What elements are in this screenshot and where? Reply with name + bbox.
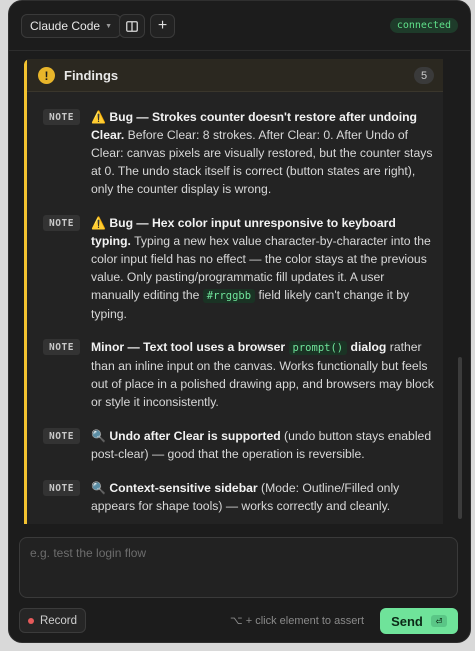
finding-title: Context-sensitive sidebar — [109, 481, 258, 495]
inline-code: prompt() — [288, 341, 348, 355]
assert-hint: ⌥ + click element to assert — [230, 615, 365, 627]
send-label: Send — [391, 613, 423, 629]
note-tag: NOTE — [43, 339, 80, 355]
add-button[interactable]: + — [150, 14, 175, 38]
note-tag: NOTE — [43, 480, 80, 496]
prompt-input[interactable] — [20, 538, 457, 597]
warning-icon: ! — [38, 67, 55, 84]
findings-title: Findings — [64, 68, 119, 83]
send-button[interactable]: Send ⏎ — [380, 608, 458, 634]
finding-text: ⚠️ Bug — Hex color input unresponsive to… — [91, 214, 436, 323]
findings-card: ! Findings 5 NOTE ⚠️ Bug — Strokes count… — [24, 59, 443, 524]
note-tag: NOTE — [43, 109, 80, 125]
inline-code: #rrggbb — [202, 289, 256, 303]
note-tag: NOTE — [43, 215, 80, 231]
finding-body: Before Clear: 8 strokes. After Clear: 0.… — [91, 128, 433, 196]
warning-emoji-icon: ⚠️ — [91, 110, 106, 124]
finding-text: ⚠️ Bug — Strokes counter doesn't restore… — [91, 108, 436, 198]
findings-scrollbar[interactable] — [458, 357, 462, 519]
prompt-input-wrapper — [19, 537, 458, 598]
enter-key-icon: ⏎ — [430, 615, 447, 627]
record-dot-icon — [27, 617, 34, 624]
findings-count-badge: 5 — [414, 67, 434, 84]
top-bar: Claude Code ▼ + connected — [9, 1, 470, 51]
layout-button[interactable] — [119, 14, 145, 38]
record-label: Record — [39, 614, 78, 627]
finding-title: Undo after Clear is supported — [109, 429, 281, 443]
plus-icon: + — [157, 17, 168, 34]
magnifier-emoji-icon: 🔍 — [91, 429, 106, 443]
finding-text: 🔍 Context-sensitive sidebar (Mode: Outli… — [91, 479, 436, 515]
connection-status-badge: connected — [389, 18, 458, 33]
finding-title: dialog — [347, 340, 387, 354]
agent-selector-label: Claude Code — [30, 19, 101, 33]
record-button[interactable]: Record — [19, 608, 86, 633]
assistant-panel: Claude Code ▼ + connected ! Findings 5 N… — [8, 0, 471, 643]
warning-emoji-icon: ⚠️ — [91, 216, 106, 230]
columns-icon — [126, 20, 138, 32]
finding-title: Minor — Text tool uses a browser — [91, 340, 289, 354]
agent-selector[interactable]: Claude Code ▼ — [21, 14, 121, 38]
finding-text: Minor — Text tool uses a browser prompt(… — [91, 338, 436, 411]
chevron-down-icon: ▼ — [105, 22, 112, 30]
finding-text: 🔍 Undo after Clear is supported (undo bu… — [91, 427, 436, 463]
note-tag: NOTE — [43, 428, 80, 444]
magnifier-emoji-icon: 🔍 — [91, 481, 106, 495]
findings-header[interactable]: ! Findings 5 — [27, 59, 443, 92]
